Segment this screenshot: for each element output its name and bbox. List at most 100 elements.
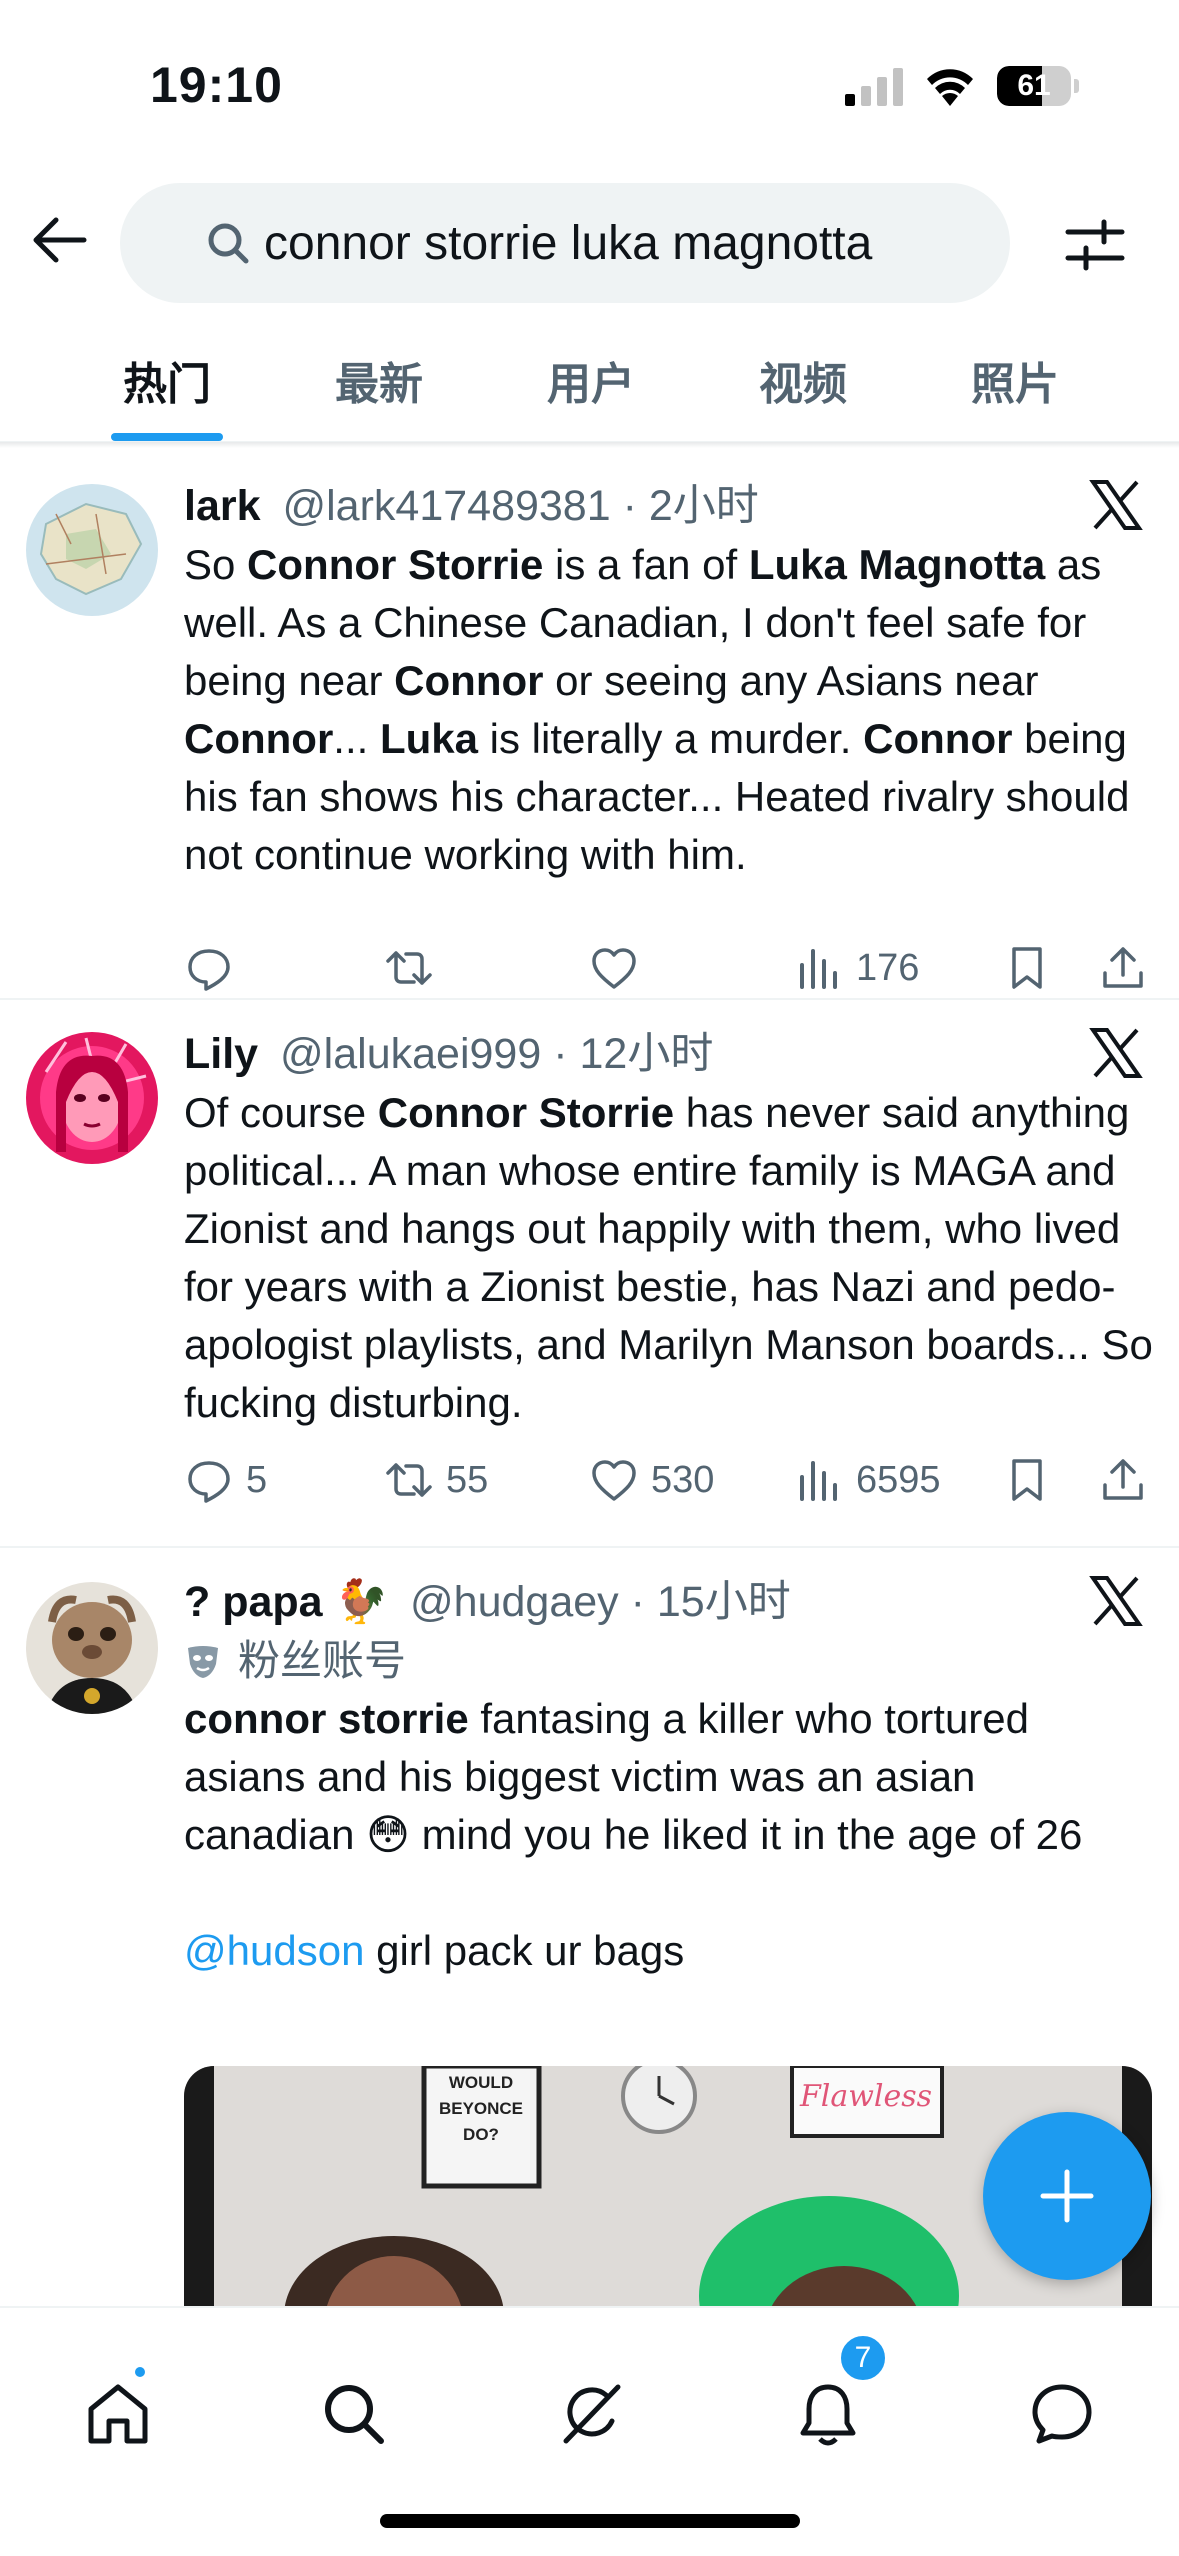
author-name[interactable]: ? papa 🐓 xyxy=(184,1578,388,1626)
bookmark-icon xyxy=(1012,947,1042,989)
cellular-signal-icon xyxy=(845,68,903,106)
view-count: 176 xyxy=(856,946,920,989)
share-button[interactable] xyxy=(1098,1455,1160,1505)
author-name[interactable]: Lily xyxy=(184,1030,258,1078)
share-icon xyxy=(1103,947,1143,988)
author-handle[interactable]: @hudgaey xyxy=(410,1578,619,1626)
retweet-button[interactable]: 55 xyxy=(384,1455,488,1505)
tabs-divider xyxy=(0,442,1179,448)
heart-icon xyxy=(592,948,636,989)
text-segment: ... xyxy=(333,715,380,762)
tweet-header: lark @lark417489381 · 2小时 xyxy=(184,476,1153,536)
highlighted-keyword: Luka xyxy=(379,715,479,762)
text-segment: Of course xyxy=(184,1089,378,1136)
search-bar[interactable] xyxy=(120,183,1010,303)
tweet[interactable]: Lily @lalukaei999 · 12小时 Of course Conno… xyxy=(0,1000,1179,1548)
tweet-header: Lily @lalukaei999 · 12小时 xyxy=(184,1024,1153,1084)
x-logo-icon xyxy=(1089,1028,1143,1078)
views-button[interactable]: 176 xyxy=(794,943,919,993)
share-icon xyxy=(1103,1459,1143,1500)
flawless-sign: Flawless xyxy=(799,2079,932,2114)
avatar[interactable] xyxy=(26,1582,158,1714)
status-time: 19:10 xyxy=(150,57,283,113)
tweet-time[interactable]: 12小时 xyxy=(579,1030,713,1078)
text-segment: is a fan of xyxy=(543,541,749,588)
tweet-header: ? papa 🐓 @hudgaey · 15小时 xyxy=(184,1572,1153,1632)
author-handle[interactable]: @lalukaei999 xyxy=(280,1030,541,1078)
highlighted-keyword: Connor xyxy=(184,715,334,762)
tab-photos[interactable]: 照片 xyxy=(909,318,1121,441)
search-tabs: 热门 最新 用户 视频 照片 xyxy=(0,318,1179,442)
reply-button[interactable] xyxy=(184,943,246,993)
status-bar: 19:10 61 xyxy=(0,0,1179,170)
nav-messages[interactable] xyxy=(1022,2374,1102,2454)
battery-percent: 61 xyxy=(1017,69,1051,102)
poster-sign-line: DO? xyxy=(463,2125,499,2144)
heart-icon xyxy=(592,1460,636,1501)
highlighted-keyword: Connor xyxy=(863,715,1013,762)
nav-home[interactable] xyxy=(78,2374,158,2454)
back-arrow-icon xyxy=(33,217,87,263)
nav-notifications[interactable] xyxy=(788,2374,868,2454)
tab-videos[interactable]: 视频 xyxy=(697,318,909,441)
avatar[interactable] xyxy=(26,484,158,616)
highlighted-keyword: Connor Storrie xyxy=(247,541,544,588)
filter-button[interactable] xyxy=(1060,210,1130,280)
time-separator: · xyxy=(553,1030,568,1078)
search-icon xyxy=(325,2385,384,2444)
retweet-icon xyxy=(386,1463,432,1497)
compose-button[interactable] xyxy=(983,2112,1151,2280)
nav-search[interactable] xyxy=(314,2374,394,2454)
home-unread-dot xyxy=(132,2364,148,2380)
bookmark-icon xyxy=(1012,1459,1042,1501)
tweet-text: connor storrie fantasing a killer who to… xyxy=(184,1690,1153,1864)
tweet-actions: 176 xyxy=(184,936,1159,1000)
text-segment: is literally a murder. xyxy=(478,715,864,762)
back-button[interactable] xyxy=(26,206,94,274)
like-button[interactable] xyxy=(589,943,651,993)
tweet-text-line: @hudson girl pack ur bags xyxy=(184,1922,1153,1980)
fan-account-label: 粉丝账号 xyxy=(238,1637,407,1684)
battery-icon: 61 xyxy=(997,66,1079,106)
views-icon xyxy=(800,949,837,989)
retweet-count: 55 xyxy=(446,1458,489,1501)
tweet[interactable]: lark @lark417489381 · 2小时 So Connor Stor… xyxy=(0,452,1179,1000)
tab-top[interactable]: 热门 xyxy=(61,318,273,441)
bookmark-button[interactable] xyxy=(1002,943,1064,993)
tab-people[interactable]: 用户 xyxy=(485,318,697,441)
time-separator: · xyxy=(622,482,637,530)
highlighted-keyword: Luka Magnotta xyxy=(748,541,1046,588)
highlighted-keyword: Connor xyxy=(394,657,544,704)
tweet-time[interactable]: 15小时 xyxy=(657,1578,791,1626)
reply-button[interactable]: 5 xyxy=(184,1455,267,1505)
x-logo-icon xyxy=(1089,480,1143,530)
home-indicator xyxy=(380,2514,800,2528)
search-input[interactable] xyxy=(264,215,924,271)
views-button[interactable]: 6595 xyxy=(794,1455,941,1505)
avatar[interactable] xyxy=(26,1032,158,1164)
messages-icon xyxy=(1032,2384,1092,2444)
bookmark-button[interactable] xyxy=(1002,1455,1064,1505)
fan-account-badge: 粉丝账号 xyxy=(184,1632,1153,1690)
tweet-text: So Connor Storrie is a fan of Luka Magno… xyxy=(184,536,1153,884)
text-segment: So xyxy=(184,541,248,588)
like-button[interactable]: 530 xyxy=(589,1455,714,1505)
plus-icon xyxy=(1040,2169,1094,2223)
text-segment: has never said anything political... A m… xyxy=(184,1089,1153,1426)
mention-link[interactable]: @hudson xyxy=(184,1927,364,1974)
tweet-time[interactable]: 2小时 xyxy=(649,482,759,530)
retweet-button[interactable] xyxy=(384,943,446,993)
reply-icon xyxy=(188,949,230,991)
author-name[interactable]: lark xyxy=(184,482,261,530)
retweet-icon xyxy=(386,951,432,985)
tab-latest[interactable]: 最新 xyxy=(273,318,485,441)
home-icon xyxy=(88,2384,148,2444)
search-icon xyxy=(208,223,249,264)
author-handle[interactable]: @lark417489381 xyxy=(282,482,610,530)
tweet-text-tail: girl pack ur bags xyxy=(364,1927,685,1974)
nav-grok[interactable] xyxy=(551,2374,631,2454)
active-tab-indicator xyxy=(111,433,223,441)
share-button[interactable] xyxy=(1098,943,1160,993)
reply-icon xyxy=(188,1461,230,1503)
highlighted-keyword: connor storrie xyxy=(184,1695,469,1742)
